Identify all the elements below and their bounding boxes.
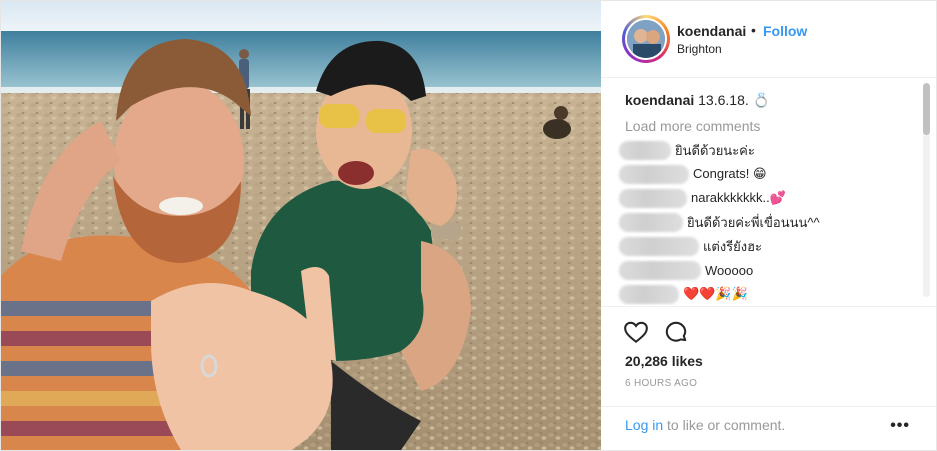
caption-text: 13.6.18. 💍 <box>698 92 771 108</box>
scrollbar-thumb[interactable] <box>923 83 930 135</box>
comment-text: ยินดีด้วยค่ะพี่เขื่อนนน^^ <box>687 214 820 230</box>
blurred-username[interactable] <box>619 140 671 160</box>
comments-section[interactable]: koendanai 13.6.18. 💍 Load more comments … <box>601 79 936 305</box>
location-link[interactable]: Brighton <box>677 42 722 56</box>
heart-icon[interactable] <box>623 319 649 345</box>
comment-item: ❤️❤️🎉🎉 <box>619 284 748 304</box>
comments-scrollbar[interactable] <box>923 83 930 297</box>
blurred-username[interactable] <box>619 236 699 256</box>
comment-text: narakkkkkkk..💕 <box>691 190 786 205</box>
caption-username[interactable]: koendanai <box>625 92 694 108</box>
post-photo[interactable] <box>1 1 601 450</box>
comment-item: Wooooo <box>619 260 753 280</box>
heart-icon-glyph <box>624 321 648 344</box>
comment-item: ยินดีด้วยนะค่ะ <box>619 140 755 160</box>
comment-text: Congrats! 😁 <box>693 166 767 181</box>
blurred-username[interactable] <box>619 260 701 280</box>
comment-text: Wooooo <box>705 262 754 278</box>
blurred-username[interactable] <box>619 284 679 304</box>
comment-text: แต่งรียังฮะ <box>703 238 763 254</box>
post-header: koendanai • Follow Brighton <box>601 1 936 78</box>
comment-text: ยินดีด้วยนะค่ะ <box>675 142 755 158</box>
story-ring[interactable] <box>622 15 670 63</box>
comment-text: ❤️❤️🎉🎉 <box>683 286 748 301</box>
blurred-username[interactable] <box>619 164 689 184</box>
comment-item: narakkkkkkk..💕 <box>619 188 786 208</box>
post-footer: Log in to like or comment. ••• <box>601 406 936 450</box>
separator-dot: • <box>751 22 756 38</box>
post-caption: koendanai 13.6.18. 💍 <box>625 92 770 109</box>
follow-button[interactable]: Follow <box>763 23 807 39</box>
blurred-username[interactable] <box>619 212 683 232</box>
login-prompt-text: to like or comment. <box>663 417 786 433</box>
comment-icon-glyph <box>665 321 687 342</box>
more-options-icon[interactable]: ••• <box>890 417 910 435</box>
username-link[interactable]: koendanai <box>677 23 746 39</box>
avatar-image <box>627 20 665 58</box>
load-more-comments-button[interactable]: Load more comments <box>625 118 760 134</box>
comment-item: ยินดีด้วยค่ะพี่เขื่อนนน^^ <box>619 212 820 232</box>
login-prompt: Log in to like or comment. <box>625 417 785 433</box>
comment-bubble-icon[interactable] <box>663 319 689 345</box>
comment-item: Congrats! 😁 <box>619 164 767 184</box>
beach-selfie-image <box>1 1 601 450</box>
post-sidebar: koendanai • Follow Brighton koendanai 13… <box>601 1 936 450</box>
post-timestamp[interactable]: 6 HOURS AGO <box>625 378 697 389</box>
blurred-username[interactable] <box>619 188 687 208</box>
avatar[interactable] <box>625 18 667 60</box>
comment-item: แต่งรียังฮะ <box>619 236 762 256</box>
login-link[interactable]: Log in <box>625 417 663 433</box>
instagram-post: koendanai • Follow Brighton koendanai 13… <box>0 0 937 451</box>
likes-count[interactable]: 20,286 likes <box>625 353 703 369</box>
post-actions: 20,286 likes 6 HOURS AGO <box>601 306 936 406</box>
